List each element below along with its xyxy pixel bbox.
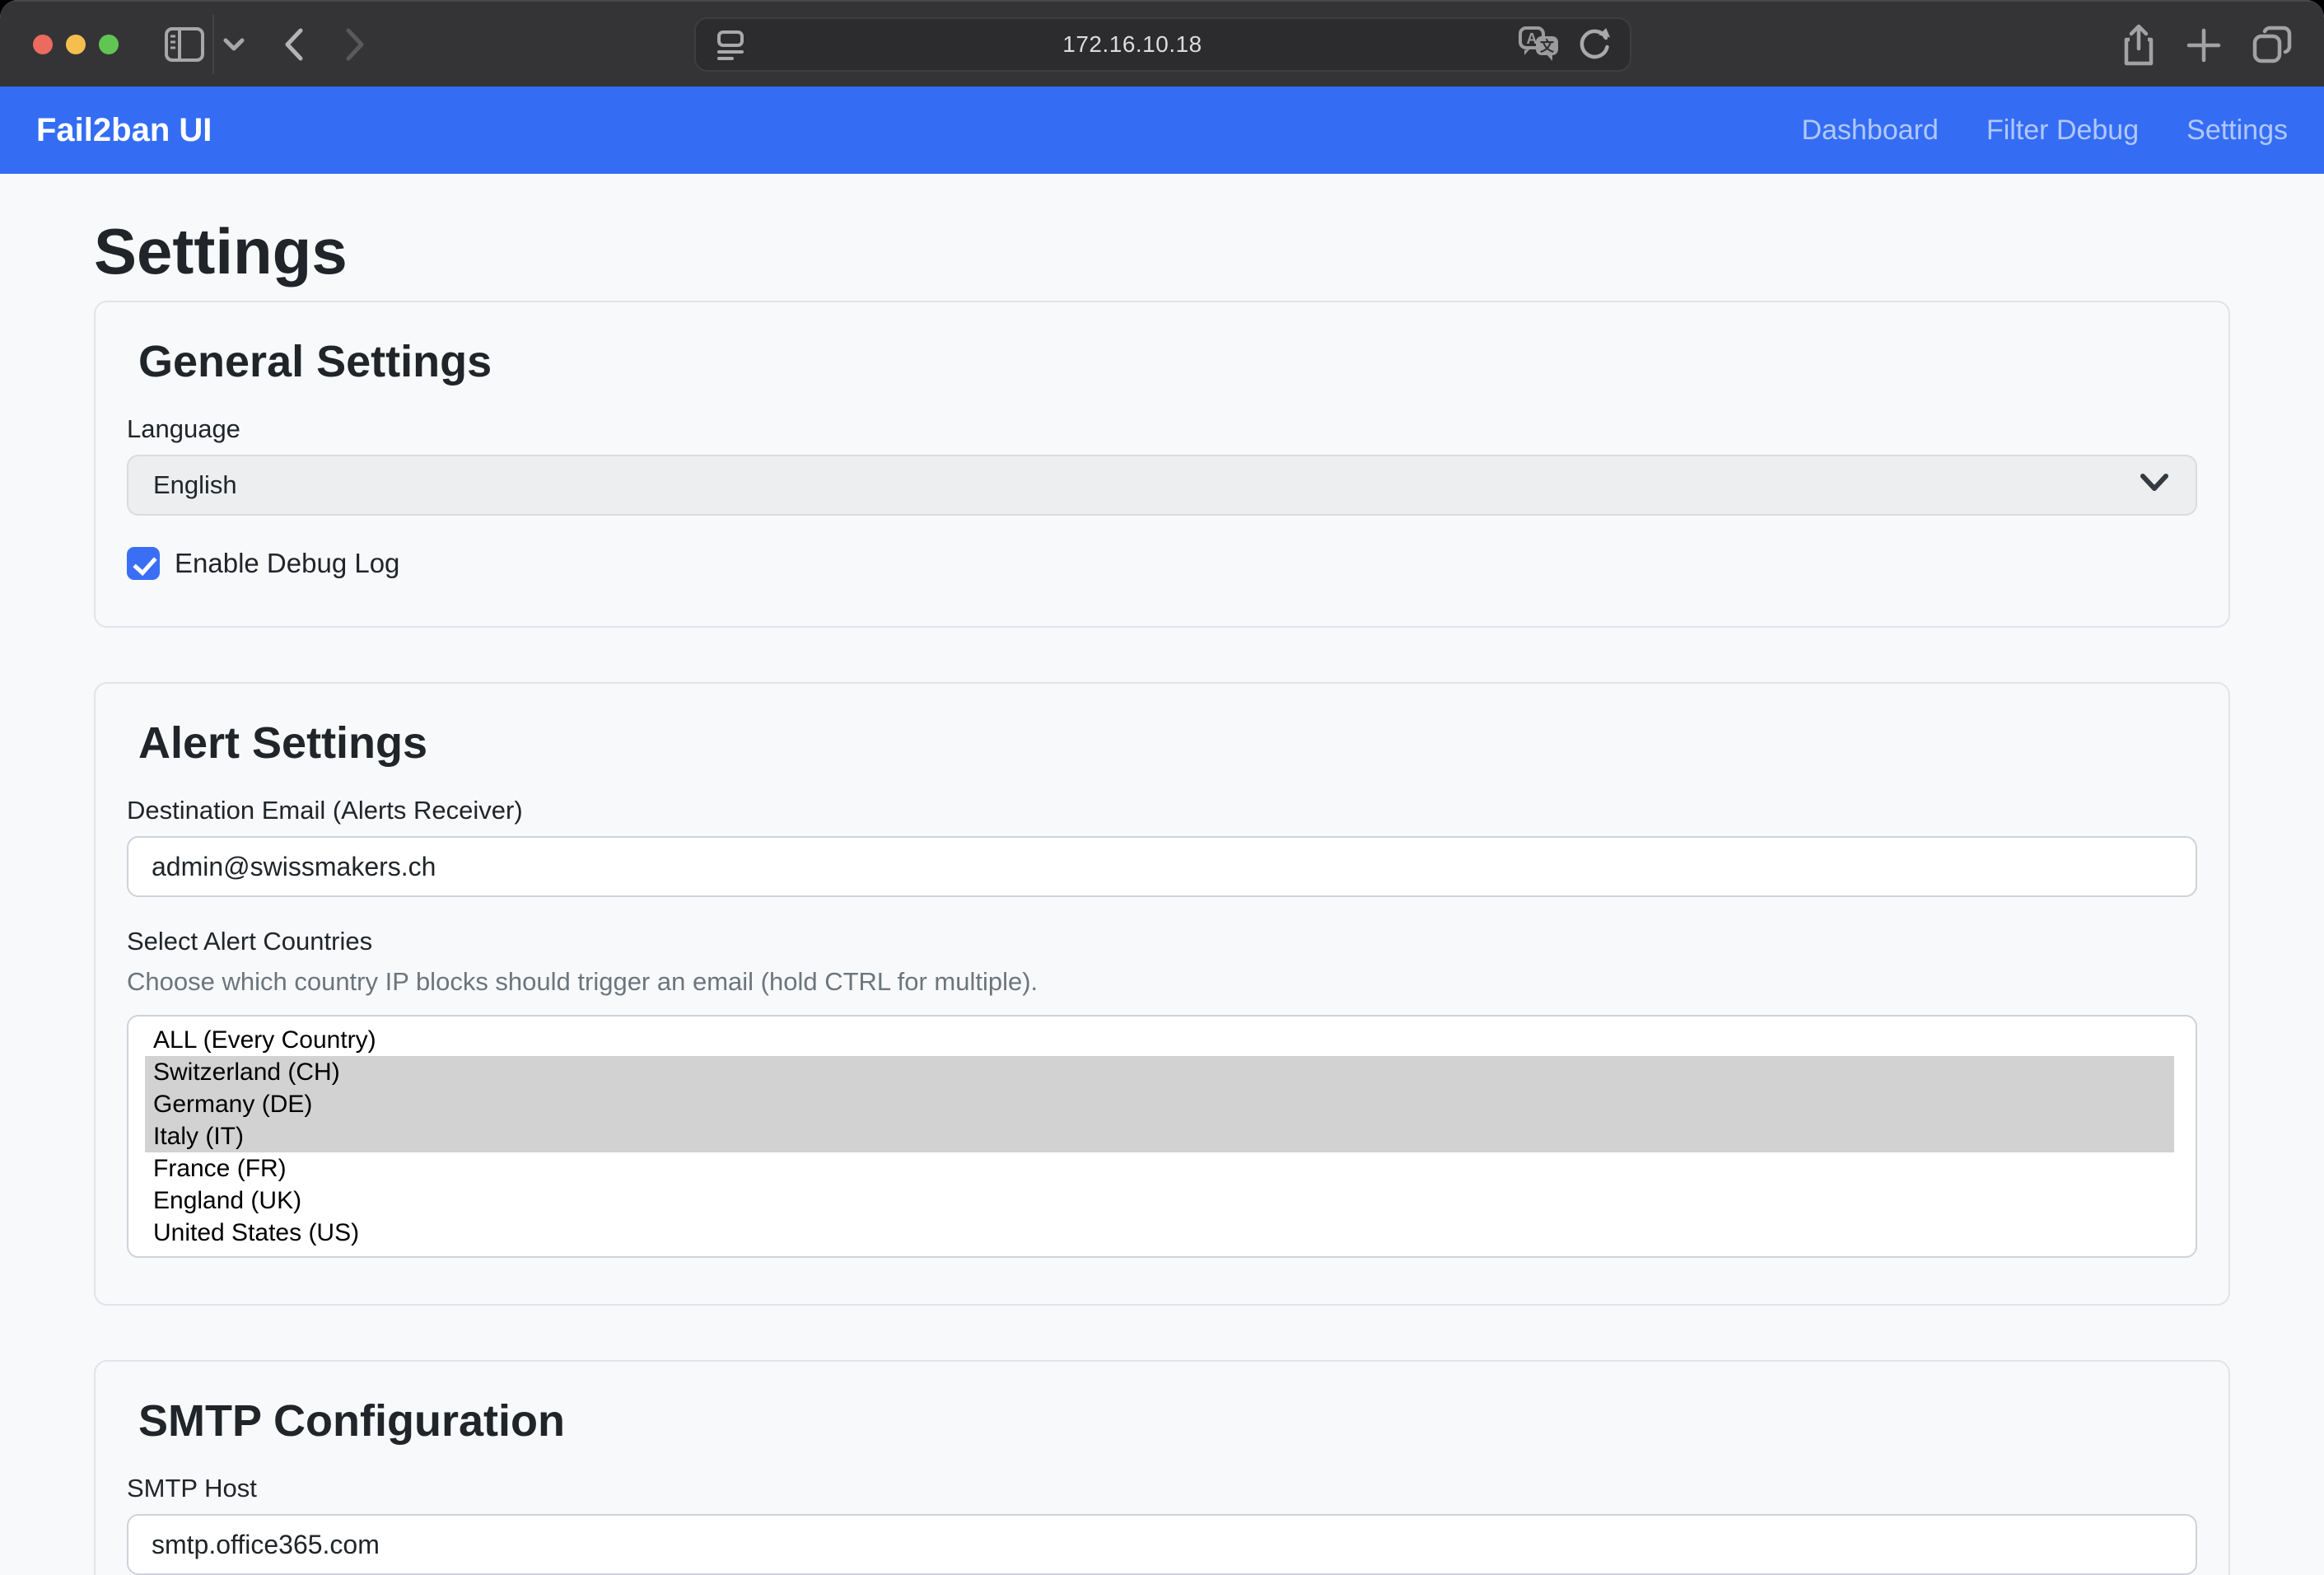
forward-icon [344,27,366,62]
app-navbar: Fail2ban UI Dashboard Filter Debug Setti… [0,86,2324,174]
page-settings-icon [714,27,747,62]
window-controls [33,35,119,54]
plus-icon [2186,27,2222,63]
url-text: 172.16.10.18 [747,31,1518,58]
language-select[interactable]: English [127,455,2197,516]
country-option[interactable]: ALL (Every Country) [145,1024,2174,1056]
reload-button[interactable] [1577,26,1612,63]
nav-link-dashboard[interactable]: Dashboard [1802,115,1939,147]
enable-debug-checkbox[interactable] [127,547,160,580]
browser-window: 172.16.10.18 A 文 [0,0,2324,1575]
general-settings-card: General Settings Language English Enable… [94,301,2230,628]
share-icon [2121,24,2156,67]
smtp-configuration-card: SMTP Configuration SMTP Host [94,1360,2230,1575]
alert-settings-card: Alert Settings Destination Email (Alerts… [94,682,2230,1306]
smtp-configuration-title: SMTP Configuration [138,1396,2197,1446]
page-title: Settings [94,215,2230,287]
smtp-host-input[interactable] [127,1514,2197,1575]
language-label: Language [127,414,2197,444]
nav-link-filter-debug[interactable]: Filter Debug [1986,115,2139,147]
browser-toolbar: 172.16.10.18 A 文 [0,0,2324,86]
back-button[interactable] [283,27,305,62]
toolbar-divider [212,15,214,74]
tab-overview-icon [2252,25,2293,66]
zoom-window-button[interactable] [99,35,119,54]
country-option[interactable]: United States (US) [145,1217,2174,1249]
country-listbox[interactable]: ALL (Every Country)Switzerland (CH)Germa… [127,1015,2197,1258]
smtp-host-label: SMTP Host [127,1474,2197,1503]
sidebar-toggle-button[interactable] [165,27,204,62]
reload-icon [1577,26,1612,63]
forward-button[interactable] [344,27,366,62]
destination-email-input[interactable] [127,836,2197,897]
tab-overview-button[interactable] [2252,25,2293,66]
settings-page: Settings General Settings Language Engli… [94,174,2230,1575]
country-option[interactable]: Italy (IT) [145,1120,2174,1152]
destination-email-label: Destination Email (Alerts Receiver) [127,796,2197,825]
svg-text:A: A [1527,30,1538,47]
chevron-down-icon [222,37,245,52]
alert-settings-title: Alert Settings [138,718,2197,768]
new-tab-button[interactable] [2186,27,2222,63]
country-option[interactable]: England (UK) [145,1185,2174,1217]
enable-debug-label[interactable]: Enable Debug Log [175,548,399,579]
close-window-button[interactable] [33,35,53,54]
back-icon [283,27,305,62]
share-button[interactable] [2121,24,2156,67]
page-settings-button[interactable] [714,27,747,62]
language-selected-value: English [153,470,2138,500]
country-option[interactable]: France (FR) [145,1152,2174,1185]
brand-link[interactable]: Fail2ban UI [36,112,212,149]
nav-link-settings[interactable]: Settings [2186,115,2288,147]
alert-countries-help: Choose which country IP blocks should tr… [127,967,2197,997]
sidebar-icon [165,27,204,62]
general-settings-title: General Settings [138,337,2197,386]
country-option[interactable]: Germany (DE) [145,1088,2174,1120]
translate-button[interactable]: A 文 [1518,26,1561,63]
address-bar[interactable]: 172.16.10.18 A 文 [694,17,1631,72]
alert-countries-label: Select Alert Countries [127,927,2197,956]
minimize-window-button[interactable] [66,35,86,54]
translate-icon: A 文 [1518,26,1561,63]
svg-text:文: 文 [1540,38,1555,54]
sidebar-menu-button[interactable] [222,37,245,52]
select-chevron-down-icon [2138,470,2171,500]
country-option[interactable]: Switzerland (CH) [145,1056,2174,1088]
